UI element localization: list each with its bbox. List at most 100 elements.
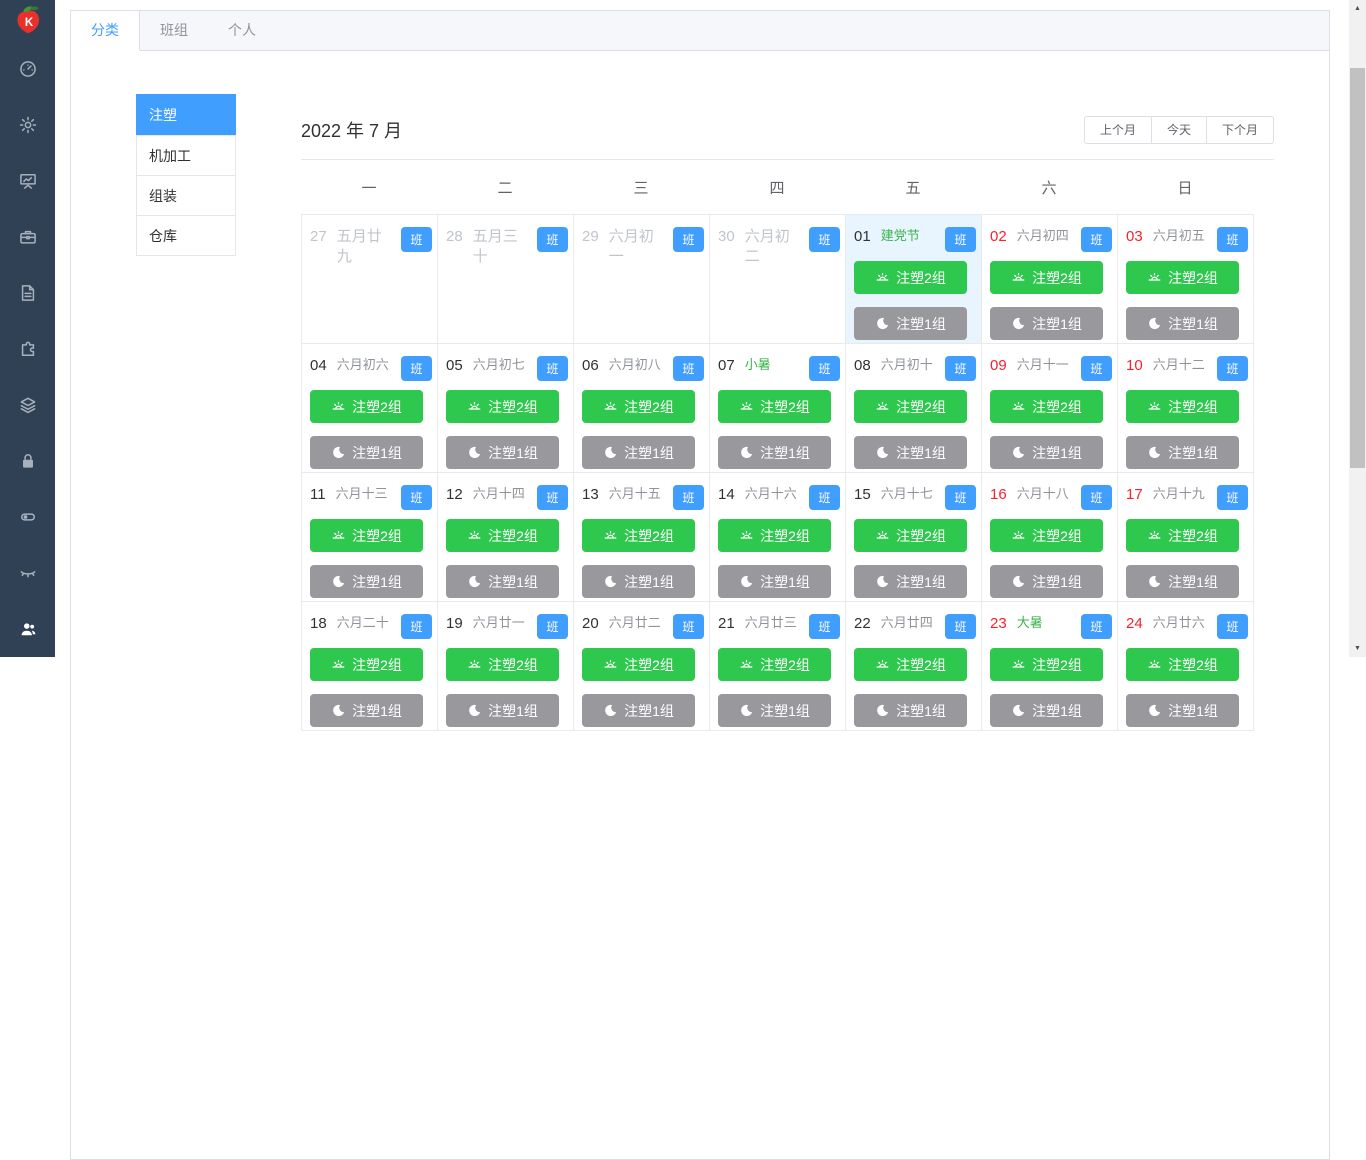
day-shift-button[interactable]: 注塑2组: [310, 519, 423, 552]
night-shift-button[interactable]: 注塑1组: [310, 565, 423, 598]
night-shift-button[interactable]: 注塑1组: [718, 436, 831, 469]
day-shift-button[interactable]: 注塑2组: [854, 261, 967, 294]
toolbox-icon[interactable]: [0, 209, 55, 265]
night-shift-button[interactable]: 注塑1组: [718, 565, 831, 598]
night-shift-button[interactable]: 注塑1组: [582, 694, 695, 727]
day-shift-button[interactable]: 注塑2组: [582, 390, 695, 423]
dashboard-icon[interactable]: [0, 41, 55, 97]
day-shift-button[interactable]: 注塑2组: [990, 519, 1103, 552]
night-shift-button[interactable]: 注塑1组: [446, 436, 559, 469]
shift-badge-button[interactable]: 班: [401, 356, 432, 381]
category-warehouse[interactable]: 仓库: [137, 216, 235, 256]
day-shift-button[interactable]: 注塑2组: [310, 390, 423, 423]
day-shift-button[interactable]: 注塑2组: [582, 648, 695, 681]
shift-badge-button[interactable]: 班: [537, 485, 568, 510]
calendar-day-cell[interactable]: 01 建党节 班注塑2组 注塑1组: [846, 215, 982, 344]
day-shift-button[interactable]: 注塑2组: [1126, 648, 1239, 681]
shift-badge-button[interactable]: 班: [945, 227, 976, 252]
settings-gear-icon[interactable]: [0, 97, 55, 153]
night-shift-button[interactable]: 注塑1组: [446, 694, 559, 727]
day-shift-button[interactable]: 注塑2组: [854, 519, 967, 552]
calendar-day-cell[interactable]: 02 六月初四班注塑2组 注塑1组: [982, 215, 1118, 344]
shift-badge-button[interactable]: 班: [809, 227, 840, 252]
day-shift-button[interactable]: 注塑2组: [990, 648, 1103, 681]
day-shift-button[interactable]: 注塑2组: [1126, 390, 1239, 423]
calendar-day-cell[interactable]: 19 六月廿一班注塑2组 注塑1组: [438, 602, 574, 731]
night-shift-button[interactable]: 注塑1组: [446, 565, 559, 598]
night-shift-button[interactable]: 注塑1组: [990, 694, 1103, 727]
scroll-up-arrow-icon[interactable]: ▲: [1349, 0, 1366, 17]
puzzle-icon[interactable]: [0, 321, 55, 377]
day-shift-button[interactable]: 注塑2组: [446, 390, 559, 423]
day-shift-button[interactable]: 注塑2组: [446, 648, 559, 681]
night-shift-button[interactable]: 注塑1组: [310, 436, 423, 469]
calendar-day-cell[interactable]: 10 六月十二班注塑2组 注塑1组: [1118, 344, 1254, 473]
shift-badge-button[interactable]: 班: [1217, 485, 1248, 510]
shift-badge-button[interactable]: 班: [1217, 614, 1248, 639]
night-shift-button[interactable]: 注塑1组: [854, 436, 967, 469]
tab-category[interactable]: 分类: [71, 11, 140, 51]
document-icon[interactable]: [0, 265, 55, 321]
night-shift-button[interactable]: 注塑1组: [990, 436, 1103, 469]
calendar-day-cell[interactable]: 08 六月初十班注塑2组 注塑1组: [846, 344, 982, 473]
calendar-day-cell[interactable]: 13 六月十五班注塑2组 注塑1组: [574, 473, 710, 602]
calendar-day-cell[interactable]: 04 六月初六班注塑2组 注塑1组: [302, 344, 438, 473]
calendar-day-cell[interactable]: 11 六月十三班注塑2组 注塑1组: [302, 473, 438, 602]
shift-badge-button[interactable]: 班: [809, 356, 840, 381]
shift-badge-button[interactable]: 班: [1081, 356, 1112, 381]
day-shift-button[interactable]: 注塑2组: [1126, 519, 1239, 552]
shift-badge-button[interactable]: 班: [537, 614, 568, 639]
night-shift-button[interactable]: 注塑1组: [1126, 694, 1239, 727]
calendar-day-cell[interactable]: 23 大暑 班注塑2组 注塑1组: [982, 602, 1118, 731]
prev-month-button[interactable]: 上个月: [1083, 116, 1152, 144]
shift-badge-button[interactable]: 班: [1217, 227, 1248, 252]
night-shift-button[interactable]: 注塑1组: [582, 565, 695, 598]
calendar-day-cell[interactable]: 20 六月廿二班注塑2组 注塑1组: [574, 602, 710, 731]
toggle-icon[interactable]: [0, 489, 55, 545]
day-shift-button[interactable]: 注塑2组: [718, 390, 831, 423]
shift-badge-button[interactable]: 班: [1081, 485, 1112, 510]
day-shift-button[interactable]: 注塑2组: [310, 648, 423, 681]
night-shift-button[interactable]: 注塑1组: [854, 694, 967, 727]
shift-badge-button[interactable]: 班: [537, 227, 568, 252]
night-shift-button[interactable]: 注塑1组: [1126, 436, 1239, 469]
day-shift-button[interactable]: 注塑2组: [1126, 261, 1239, 294]
calendar-day-cell[interactable]: 28 五月三十班: [438, 215, 574, 344]
day-shift-button[interactable]: 注塑2组: [446, 519, 559, 552]
layers-icon[interactable]: [0, 377, 55, 433]
calendar-day-cell[interactable]: 22 六月廿四班注塑2组 注塑1组: [846, 602, 982, 731]
lock-icon[interactable]: [0, 433, 55, 489]
night-shift-button[interactable]: 注塑1组: [990, 565, 1103, 598]
shift-badge-button[interactable]: 班: [1081, 227, 1112, 252]
calendar-day-cell[interactable]: 17 六月十九班注塑2组 注塑1组: [1118, 473, 1254, 602]
scrollbar-thumb[interactable]: [1350, 68, 1365, 468]
calendar-day-cell[interactable]: 27 五月廿九班: [302, 215, 438, 344]
shift-badge-button[interactable]: 班: [401, 485, 432, 510]
night-shift-button[interactable]: 注塑1组: [1126, 307, 1239, 340]
category-assembly[interactable]: 组装: [137, 176, 235, 216]
night-shift-button[interactable]: 注塑1组: [990, 307, 1103, 340]
day-shift-button[interactable]: 注塑2组: [582, 519, 695, 552]
shift-badge-button[interactable]: 班: [401, 227, 432, 252]
night-shift-button[interactable]: 注塑1组: [718, 694, 831, 727]
calendar-day-cell[interactable]: 24 六月廿六班注塑2组 注塑1组: [1118, 602, 1254, 731]
shift-badge-button[interactable]: 班: [401, 614, 432, 639]
shift-badge-button[interactable]: 班: [809, 614, 840, 639]
shift-badge-button[interactable]: 班: [1081, 614, 1112, 639]
day-shift-button[interactable]: 注塑2组: [718, 648, 831, 681]
calendar-day-cell[interactable]: 07 小暑 班注塑2组 注塑1组: [710, 344, 846, 473]
shift-badge-button[interactable]: 班: [673, 614, 704, 639]
shift-badge-button[interactable]: 班: [673, 227, 704, 252]
shift-badge-button[interactable]: 班: [945, 614, 976, 639]
calendar-day-cell[interactable]: 12 六月十四班注塑2组 注塑1组: [438, 473, 574, 602]
calendar-day-cell[interactable]: 18 六月二十班注塑2组 注塑1组: [302, 602, 438, 731]
night-shift-button[interactable]: 注塑1组: [854, 307, 967, 340]
tab-team[interactable]: 班组: [140, 11, 208, 50]
day-shift-button[interactable]: 注塑2组: [854, 390, 967, 423]
day-shift-button[interactable]: 注塑2组: [990, 390, 1103, 423]
next-month-button[interactable]: 下个月: [1206, 116, 1274, 144]
calendar-day-cell[interactable]: 03 六月初五班注塑2组 注塑1组: [1118, 215, 1254, 344]
calendar-day-cell[interactable]: 05 六月初七班注塑2组 注塑1组: [438, 344, 574, 473]
users-icon[interactable]: [0, 601, 55, 657]
calendar-day-cell[interactable]: 29 六月初一班: [574, 215, 710, 344]
